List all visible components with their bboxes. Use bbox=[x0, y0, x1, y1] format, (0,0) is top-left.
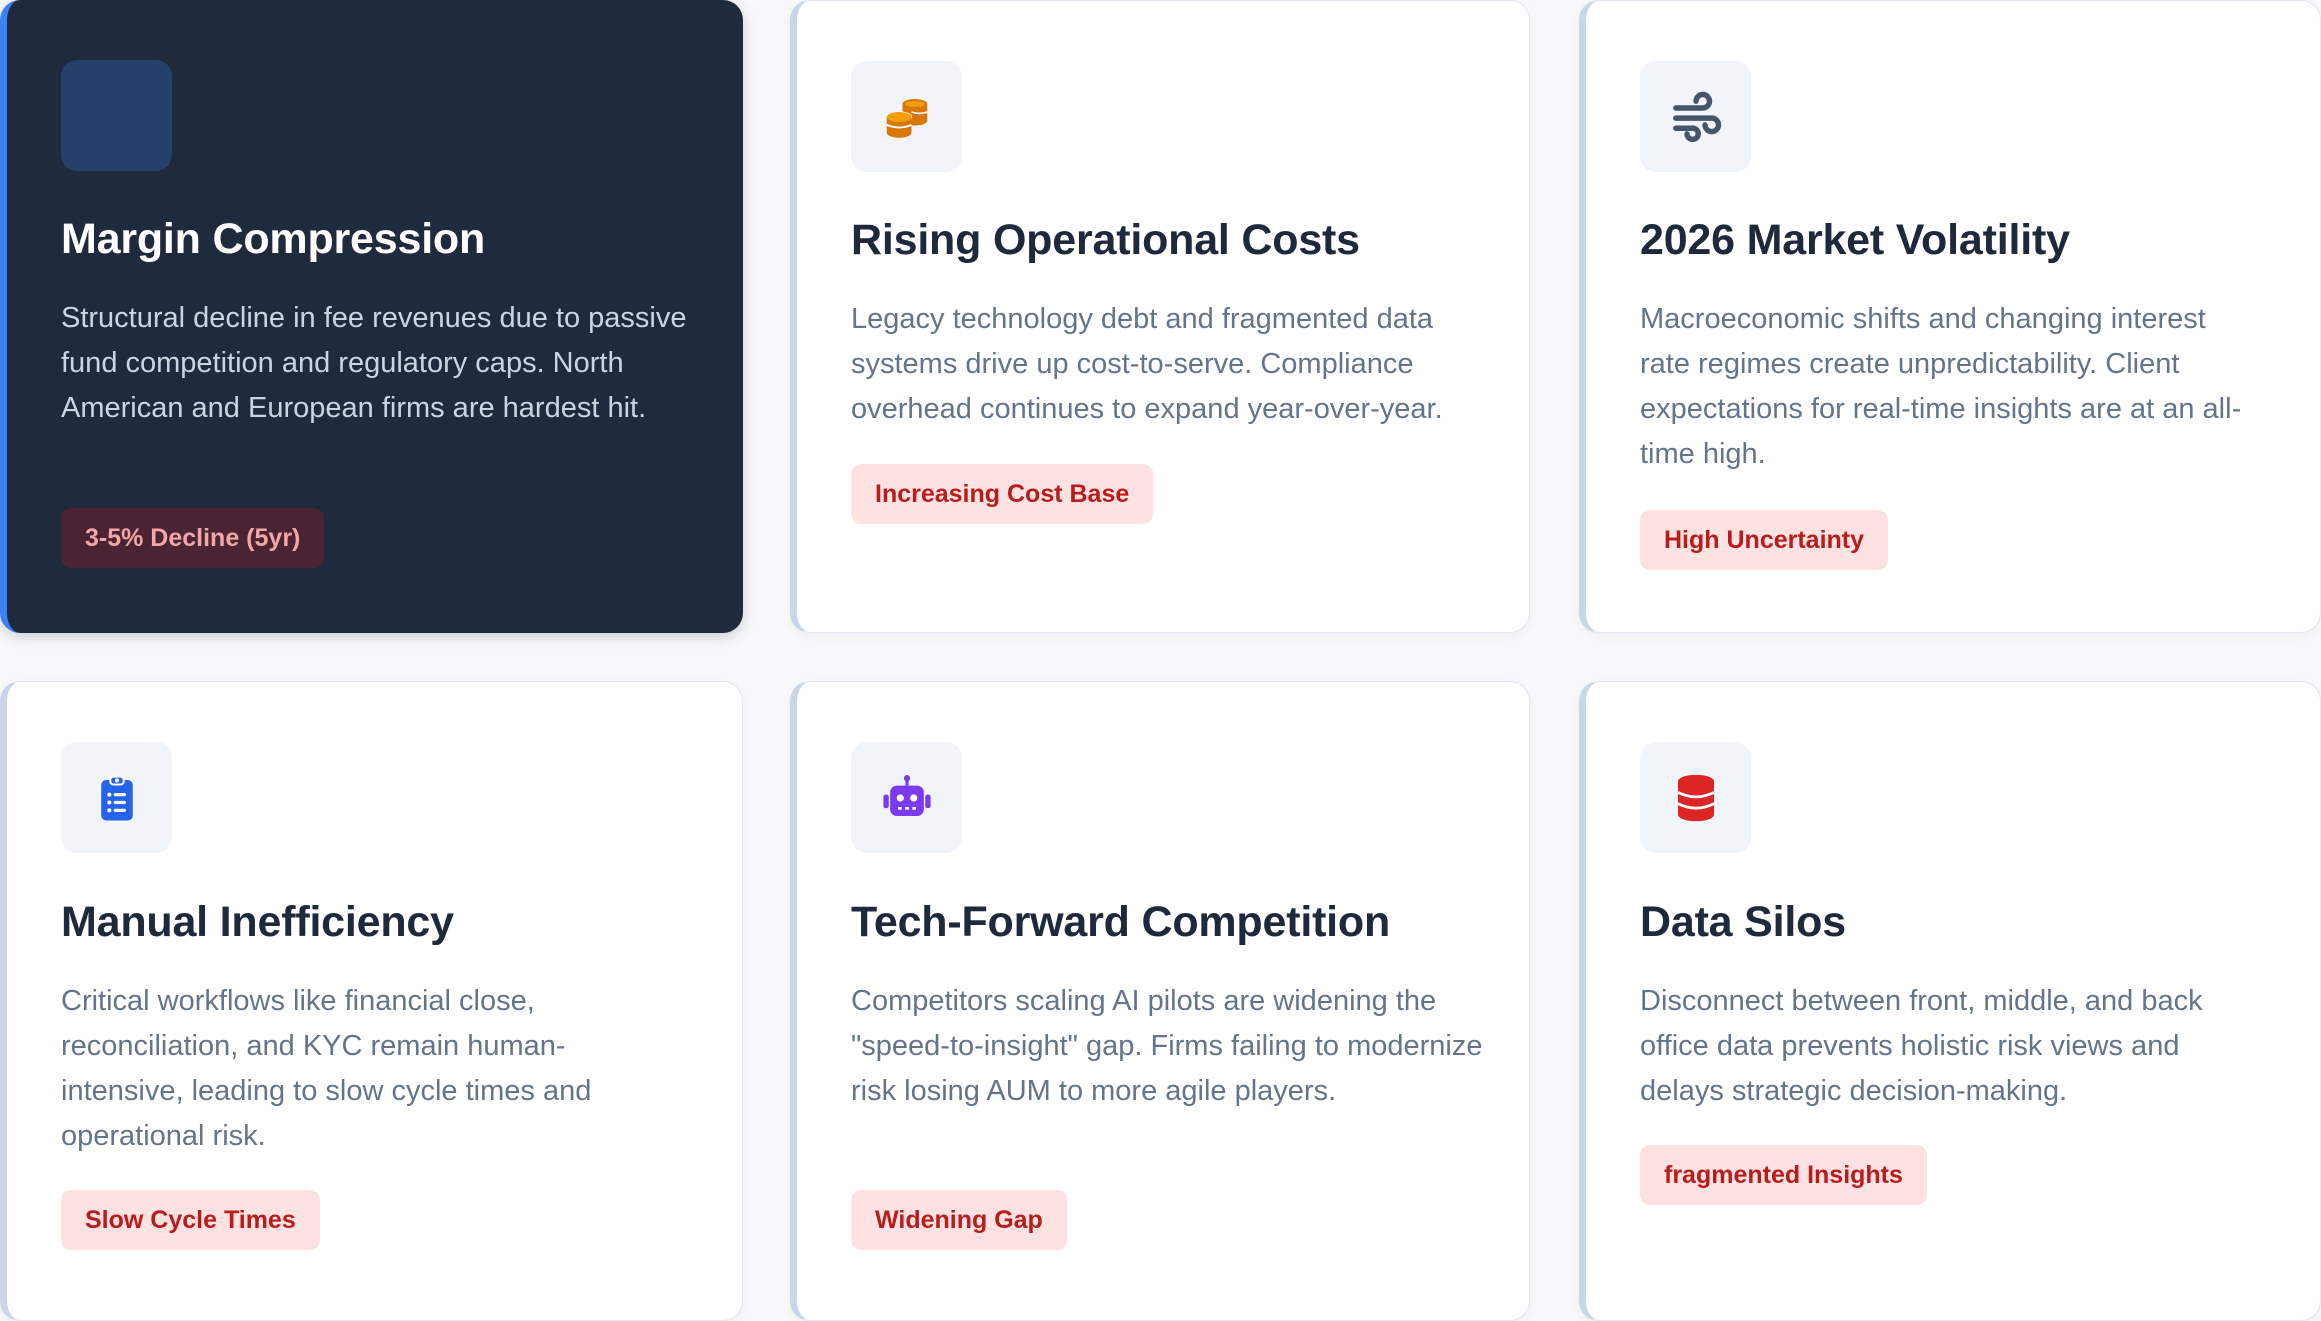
card-rising-operational-costs[interactable]: Rising Operational Costs Legacy technolo… bbox=[790, 0, 1530, 633]
status-badge: 3-5% Decline (5yr) bbox=[61, 508, 325, 568]
card-title: Tech-Forward Competition bbox=[851, 898, 1391, 946]
status-badge: fragmented Insights bbox=[1640, 1145, 1927, 1205]
wind-icon bbox=[1640, 61, 1751, 172]
card-description: Critical workflows like financial close,… bbox=[61, 985, 592, 1152]
robot-icon bbox=[851, 742, 962, 853]
card-description: Legacy technology debt and fragmented da… bbox=[851, 303, 1443, 425]
card-title: Margin Compression bbox=[61, 215, 486, 263]
card-data-silos[interactable]: Data Silos Disconnect between front, mid… bbox=[1579, 681, 2321, 1321]
blank-icon bbox=[61, 60, 172, 171]
card-description: Competitors scaling AI pilots are wideni… bbox=[851, 985, 1483, 1107]
card-tech-forward-competition[interactable]: Tech-Forward Competition Competitors sca… bbox=[790, 681, 1530, 1321]
card-title: Rising Operational Costs bbox=[851, 216, 1360, 264]
card-margin-compression[interactable]: Margin Compression Structural decline in… bbox=[0, 0, 743, 633]
card-manual-inefficiency[interactable]: Manual Inefficiency Critical workflows l… bbox=[0, 681, 743, 1321]
card-title: Manual Inefficiency bbox=[61, 898, 454, 946]
status-badge: Slow Cycle Times bbox=[61, 1190, 320, 1250]
coins-icon bbox=[851, 61, 962, 172]
database-icon bbox=[1640, 742, 1751, 853]
card-market-volatility[interactable]: 2026 Market Volatility Macroeconomic shi… bbox=[1579, 0, 2321, 633]
card-description: Structural decline in fee revenues due t… bbox=[61, 302, 687, 424]
status-badge: High Uncertainty bbox=[1640, 510, 1889, 570]
card-description: Macroeconomic shifts and changing intere… bbox=[1640, 303, 2242, 470]
card-title: Data Silos bbox=[1640, 898, 1846, 946]
status-badge: Increasing Cost Base bbox=[851, 464, 1154, 524]
clipboard-list-icon bbox=[61, 742, 172, 853]
card-title: 2026 Market Volatility bbox=[1640, 216, 2070, 264]
status-badge: Widening Gap bbox=[851, 1190, 1067, 1250]
card-description: Disconnect between front, middle, and ba… bbox=[1640, 985, 2203, 1107]
challenges-grid: Margin Compression Structural decline in… bbox=[0, 0, 2321, 1321]
